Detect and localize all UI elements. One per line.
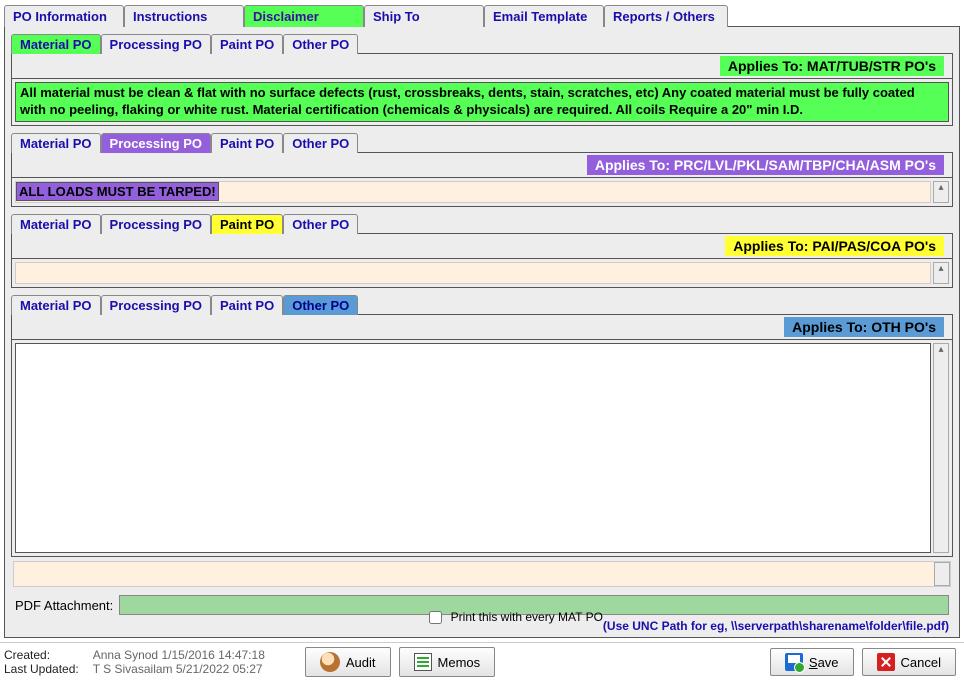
updated-value: T S Sivasailam 5/21/2022 05:27	[93, 662, 265, 676]
subtab-other-po[interactable]: Other PO	[283, 34, 358, 54]
disclaimer-content: Material PO Processing PO Paint PO Other…	[4, 26, 960, 638]
scrollbar-paint[interactable]: ▴	[933, 262, 949, 284]
subtab-processing-po-4[interactable]: Processing PO	[101, 295, 211, 315]
memos-button[interactable]: Memos	[399, 647, 496, 677]
body-processing: ALL LOADS MUST BE TARPED! ▴	[12, 178, 952, 206]
disclaimer-processing-area[interactable]: ALL LOADS MUST BE TARPED!	[15, 181, 931, 203]
pdf-unc-hint: (Use UNC Path for eg, \\serverpath\share…	[603, 619, 949, 633]
cancel-icon	[877, 653, 895, 671]
scrollbar-other[interactable]: ▴	[933, 343, 949, 553]
body-paint: ▴	[12, 259, 952, 287]
subtab-paint-po-4[interactable]: Paint PO	[211, 295, 283, 315]
subtabs-other: Material PO Processing PO Paint PO Other…	[11, 294, 953, 314]
disclaimer-paint-area[interactable]	[15, 262, 931, 284]
memo-icon	[414, 653, 432, 671]
middle-buttons: Audit Memos	[305, 647, 495, 677]
pdf-attachment-label: PDF Attachment:	[15, 598, 113, 613]
applies-bar-processing: Applies To: PRC/LVL/PKL/SAM/TBP/CHA/ASM …	[12, 153, 952, 178]
subtab-other-po-4[interactable]: Other PO	[283, 295, 358, 315]
section-processing: Material PO Processing PO Paint PO Other…	[11, 132, 953, 207]
applies-bar-paint: Applies To: PAI/PAS/COA PO's	[12, 234, 952, 259]
subtab-material-po[interactable]: Material PO	[11, 34, 101, 54]
subtab-material-po-4[interactable]: Material PO	[11, 295, 101, 315]
scrollbar-processing[interactable]: ▴	[933, 181, 949, 203]
panel-processing: Applies To: PRC/LVL/PKL/SAM/TBP/CHA/ASM …	[11, 152, 953, 207]
section-material: Material PO Processing PO Paint PO Other…	[11, 33, 953, 126]
subtabs-processing: Material PO Processing PO Paint PO Other…	[11, 132, 953, 152]
person-icon	[320, 652, 340, 672]
print-checkbox-row: Print this with every MAT PO	[425, 608, 603, 627]
tab-instructions[interactable]: Instructions	[124, 5, 244, 27]
created-value: Anna Synod 1/15/2016 14:47:18	[93, 648, 265, 662]
applies-other-label: Applies To: OTH PO's	[784, 317, 944, 337]
pdf-hint-row: Print this with every MAT PO (Use UNC Pa…	[15, 619, 949, 633]
applies-bar-material: Applies To: MAT/TUB/STR PO's	[12, 54, 952, 79]
tab-po-information[interactable]: PO Information	[4, 5, 124, 27]
subtab-paint-po[interactable]: Paint PO	[211, 34, 283, 54]
save-button-label: Save	[809, 655, 839, 670]
applies-bar-other: Applies To: OTH PO's	[12, 315, 952, 340]
save-icon	[785, 653, 803, 671]
subtabs-paint: Material PO Processing PO Paint PO Other…	[11, 213, 953, 233]
app-root: PO Information Instructions Disclaimer S…	[0, 0, 964, 683]
updated-label: Last Updated:	[4, 662, 79, 676]
top-tab-bar: PO Information Instructions Disclaimer S…	[0, 0, 964, 26]
scrollbar-lower[interactable]	[934, 562, 950, 586]
lower-pale-strip	[13, 561, 951, 587]
tab-disclaimer[interactable]: Disclaimer	[244, 5, 364, 27]
applies-material-label: Applies To: MAT/TUB/STR PO's	[720, 56, 944, 76]
subtab-paint-po-2[interactable]: Paint PO	[211, 133, 283, 153]
body-material: All material must be clean & flat with n…	[12, 79, 952, 125]
section-paint: Material PO Processing PO Paint PO Other…	[11, 213, 953, 288]
subtab-material-po-3[interactable]: Material PO	[11, 214, 101, 234]
applies-paint-label: Applies To: PAI/PAS/COA PO's	[725, 236, 944, 256]
panel-material: Applies To: MAT/TUB/STR PO's All materia…	[11, 53, 953, 126]
right-buttons: Save Cancel	[770, 648, 956, 676]
cancel-button[interactable]: Cancel	[862, 648, 956, 676]
meta-block: Created: Last Updated: Anna Synod 1/15/2…	[4, 648, 265, 676]
disclaimer-other-text[interactable]	[15, 343, 931, 553]
footer-bar: Created: Last Updated: Anna Synod 1/15/2…	[0, 642, 964, 683]
tab-ship-to[interactable]: Ship To	[364, 5, 484, 27]
audit-button-label: Audit	[346, 655, 376, 670]
panel-other: Applies To: OTH PO's ▴	[11, 314, 953, 557]
save-button[interactable]: Save	[770, 648, 854, 676]
subtab-processing-po[interactable]: Processing PO	[101, 34, 211, 54]
print-every-mat-label: Print this with every MAT PO	[451, 610, 603, 624]
panel-paint: Applies To: PAI/PAS/COA PO's ▴	[11, 233, 953, 288]
disclaimer-processing-text: ALL LOADS MUST BE TARPED!	[16, 182, 219, 201]
tab-email-template[interactable]: Email Template	[484, 5, 604, 27]
cancel-button-label: Cancel	[901, 655, 941, 670]
disclaimer-material-text[interactable]: All material must be clean & flat with n…	[15, 82, 949, 122]
subtab-paint-po-3[interactable]: Paint PO	[211, 214, 283, 234]
subtab-processing-po-2[interactable]: Processing PO	[101, 133, 211, 153]
created-label: Created:	[4, 648, 79, 662]
subtabs-material: Material PO Processing PO Paint PO Other…	[11, 33, 953, 53]
subtab-processing-po-3[interactable]: Processing PO	[101, 214, 211, 234]
audit-button[interactable]: Audit	[305, 647, 391, 677]
memos-button-label: Memos	[438, 655, 481, 670]
section-other: Material PO Processing PO Paint PO Other…	[11, 294, 953, 557]
subtab-other-po-3[interactable]: Other PO	[283, 214, 358, 234]
tab-reports-others[interactable]: Reports / Others	[604, 5, 728, 27]
subtab-other-po-2[interactable]: Other PO	[283, 133, 358, 153]
subtab-material-po-2[interactable]: Material PO	[11, 133, 101, 153]
print-every-mat-checkbox[interactable]	[429, 611, 442, 624]
applies-processing-label: Applies To: PRC/LVL/PKL/SAM/TBP/CHA/ASM …	[587, 155, 944, 175]
body-other: ▴	[12, 340, 952, 556]
